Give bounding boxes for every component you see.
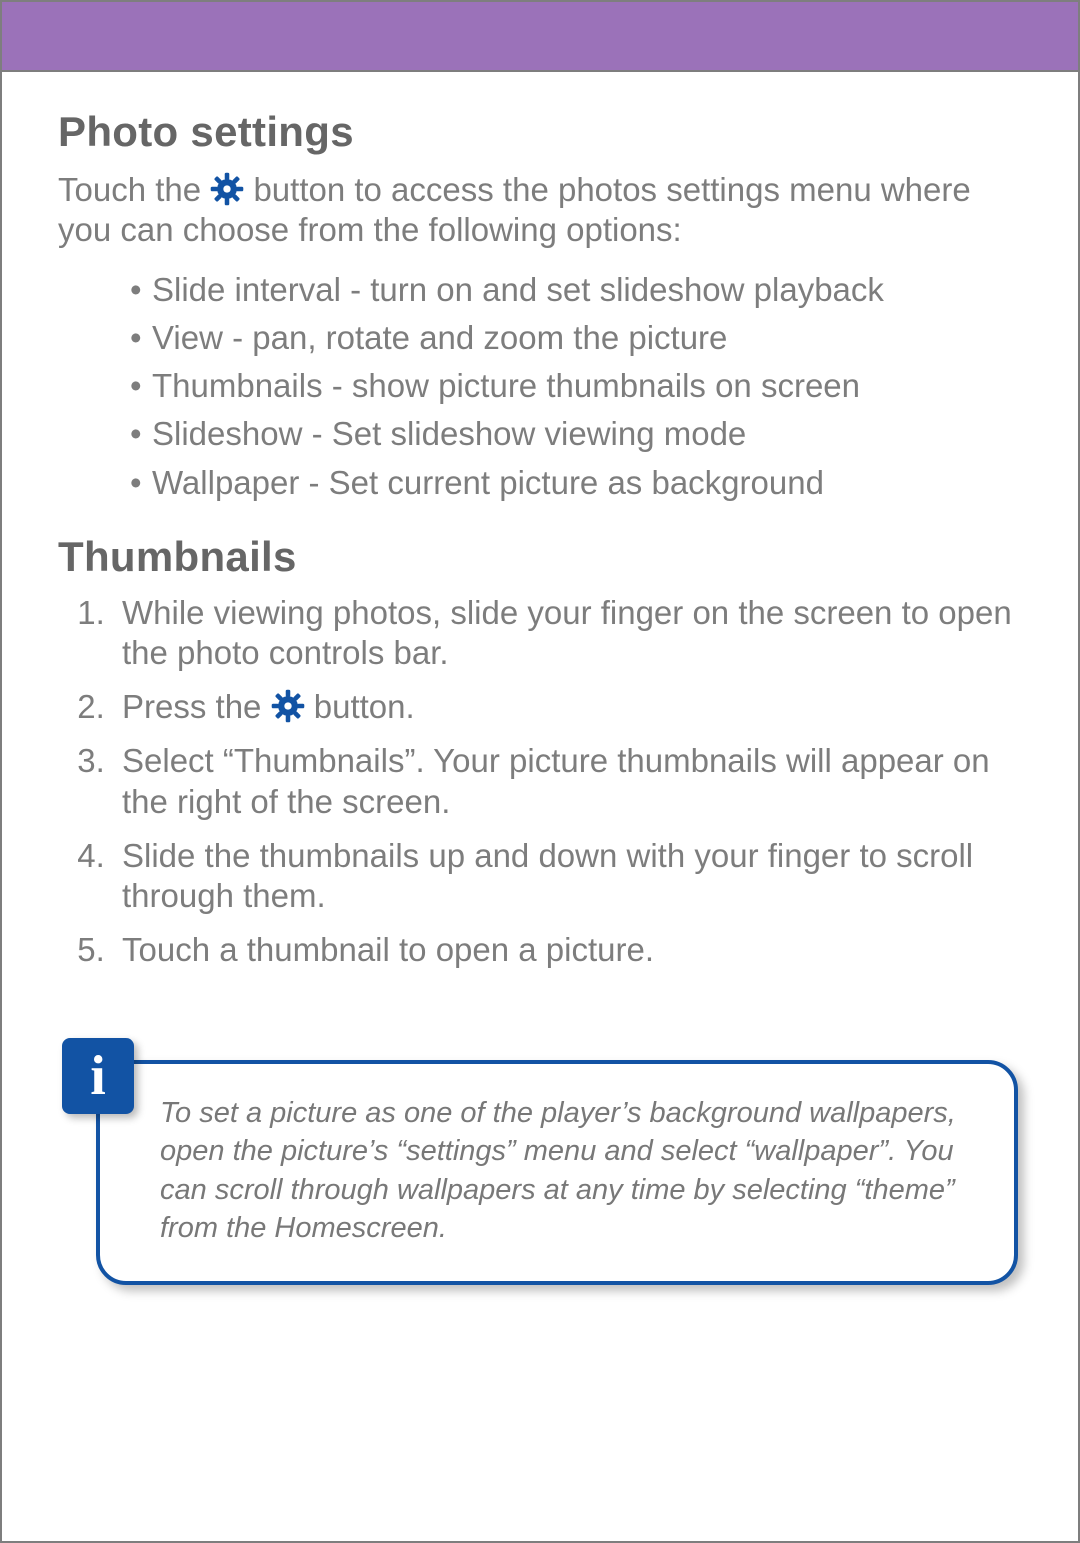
info-text: To set a picture as one of the player’s … [96,1060,1018,1285]
gear-icon [271,689,305,723]
list-item: View - pan, rotate and zoom the picture [130,314,1022,362]
page-content: Photo settings Touch the [2,72,1078,971]
info-icon-glyph: i [90,1048,106,1104]
document-page: Photo settings Touch the [0,0,1080,1543]
list-item: Thumbnails - show picture thumbnails on … [130,362,1022,410]
header-bar [2,2,1078,72]
list-item: Wallpaper - Set current picture as backg… [130,459,1022,507]
step-text-before: Press the [122,688,271,725]
list-item: Press the [114,687,1022,727]
heading-thumbnails: Thumbnails [58,533,1022,581]
photo-settings-intro: Touch the [58,170,1022,250]
photo-settings-options: Slide interval - turn on and set slidesh… [58,266,1022,507]
list-item: Touch a thumbnail to open a picture. [114,930,1022,970]
info-icon: i [62,1038,134,1114]
thumbnails-steps: While viewing photos, slide your finger … [58,593,1022,971]
info-callout: i To set a picture as one of the player’… [62,1060,1018,1285]
list-item: Slide interval - turn on and set slidesh… [130,266,1022,314]
list-item: Select “Thumbnails”. Your picture thumbn… [114,741,1022,822]
list-item: While viewing photos, slide your finger … [114,593,1022,674]
gear-icon [210,172,244,206]
heading-photo-settings: Photo settings [58,108,1022,156]
list-item: Slideshow - Set slideshow viewing mode [130,410,1022,458]
list-item: Slide the thumbnails up and down with yo… [114,836,1022,917]
intro-text-before: Touch the [58,171,210,208]
step-text-after: button. [314,688,415,725]
